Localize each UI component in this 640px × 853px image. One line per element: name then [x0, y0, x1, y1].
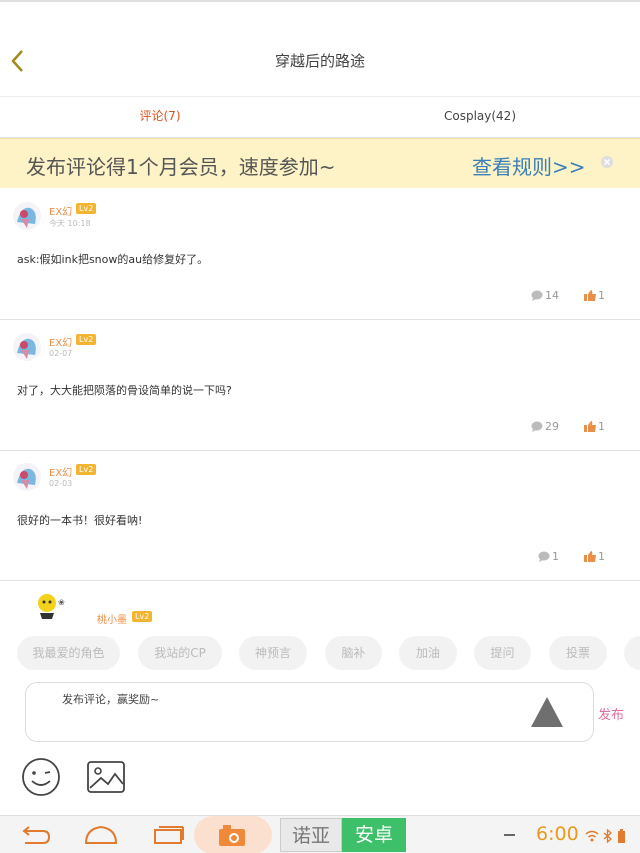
avatar[interactable]: [12, 201, 42, 231]
tab-comments[interactable]: 评论(7): [0, 97, 320, 137]
like-count-value: 1: [598, 550, 605, 563]
comment-text: 对了，大大能把陨落的骨设简单的说一下吗?: [17, 384, 232, 397]
reply-count[interactable]: 14: [531, 289, 559, 302]
reply-count-value: 1: [552, 550, 559, 563]
comment-input-placeholder: 发布评论，赢奖励~: [62, 693, 160, 706]
like-count[interactable]: 1: [584, 550, 605, 563]
thumbs-up-icon: [584, 551, 596, 562]
svg-text:❀: ❀: [58, 598, 65, 607]
app-screen: 穿越后的路途 评论(7) Cosplay(42) 发布评论得1个月会员，速度参加…: [0, 0, 640, 853]
close-circle-icon[interactable]: [600, 155, 614, 169]
like-count[interactable]: 1: [584, 289, 605, 302]
tag-chip[interactable]: 我最爱的角色: [17, 636, 120, 670]
username[interactable]: EX幻: [49, 334, 72, 349]
comment-item[interactable]: EX幻 Lv2 今天 10:18 ask:假如ink把snow的au给修复好了。…: [0, 189, 640, 320]
avatar[interactable]: [12, 462, 42, 492]
status-icons: [585, 829, 625, 843]
page-title: 穿越后的路途: [274, 52, 365, 70]
nav-home-icon[interactable]: [83, 822, 119, 848]
avatar[interactable]: ❀: [34, 591, 66, 619]
like-count-value: 1: [598, 289, 605, 302]
tag-chip-overflow[interactable]: [624, 636, 640, 670]
nav-back-icon[interactable]: [17, 822, 53, 848]
reply-count-value: 29: [545, 420, 559, 433]
banner-text: 发布评论得1个月会员，速度参加~: [26, 155, 336, 179]
clock: 6:00: [536, 823, 579, 845]
tag-chip[interactable]: 投票: [549, 636, 607, 670]
reply-count[interactable]: 1: [538, 550, 559, 563]
comment-bubble-icon: [531, 421, 543, 432]
reply-count[interactable]: 29: [531, 420, 559, 433]
comment-bubble-icon: [538, 551, 550, 562]
camera-button[interactable]: [194, 816, 272, 853]
promo-banner: 发布评论得1个月会员，速度参加~ 查看规则>>: [0, 138, 640, 188]
emoji-icon[interactable]: [20, 756, 62, 798]
wifi-icon: [585, 830, 599, 842]
bluetooth-icon: [603, 829, 612, 843]
tag-chip[interactable]: 提问: [474, 636, 531, 670]
comment-text: ask:假如ink把snow的au给修复好了。: [17, 253, 209, 266]
level-badge: Lv2: [76, 464, 97, 475]
tag-chip[interactable]: 加油: [399, 636, 457, 670]
comment-date: 02-07: [49, 349, 73, 358]
comment-date: 今天 10:18: [49, 219, 91, 228]
send-triangle-icon[interactable]: [530, 695, 564, 729]
tag-chip-row: 我最爱的角色 我站的CP 神预言 脑补 加油 提问 投票: [0, 626, 640, 682]
publish-button[interactable]: 发布: [598, 704, 624, 723]
comment-item[interactable]: EX幻 Lv2 02-03 很好的一本书！很好看呐! 1 1: [0, 450, 640, 581]
username[interactable]: EX幻: [49, 203, 72, 218]
comment-text: 很好的一本书！很好看呐!: [17, 514, 143, 527]
minimize-dash[interactable]: [504, 834, 515, 836]
tag-chip[interactable]: 脑补: [325, 636, 382, 670]
comment-item[interactable]: EX幻 Lv2 02-07 对了，大大能把陨落的骨设简单的说一下吗? 29 1: [0, 320, 640, 451]
camera-icon: [219, 825, 245, 846]
battery-icon: [618, 829, 625, 843]
brand-label-noah: 诺亚: [280, 818, 342, 852]
thumbs-up-icon: [584, 290, 596, 301]
nav-recents-icon[interactable]: [151, 822, 187, 848]
comment-input[interactable]: 发布评论，赢奖励~: [25, 682, 594, 742]
header-bar: 穿越后的路途: [0, 0, 640, 96]
comment-item[interactable]: ❀ 桃小墨 Lv2: [0, 581, 640, 626]
like-count[interactable]: 1: [584, 420, 605, 433]
thumbs-up-icon: [584, 421, 596, 432]
banner-rules-link[interactable]: 查看规则>>: [472, 151, 586, 180]
level-badge: Lv2: [76, 334, 97, 345]
like-count-value: 1: [598, 420, 605, 433]
level-badge: Lv2: [76, 203, 97, 214]
tag-chip[interactable]: 我站的CP: [138, 636, 222, 670]
avatar[interactable]: [12, 332, 42, 362]
tab-cosplay[interactable]: Cosplay(42): [320, 97, 640, 137]
reply-count-value: 14: [545, 289, 559, 302]
username[interactable]: EX幻: [49, 464, 72, 479]
tag-chip[interactable]: 神预言: [239, 636, 307, 670]
comment-date: 02-03: [49, 479, 73, 488]
image-icon[interactable]: [85, 756, 127, 798]
level-badge: Lv2: [132, 611, 153, 622]
system-nav-bar: 诺亚 安卓 6:00: [0, 815, 640, 853]
tab-bar: 评论(7) Cosplay(42): [0, 96, 640, 138]
comment-bubble-icon: [531, 290, 543, 301]
brand-label-android: 安卓: [342, 818, 406, 852]
username[interactable]: 桃小墨: [97, 611, 127, 626]
